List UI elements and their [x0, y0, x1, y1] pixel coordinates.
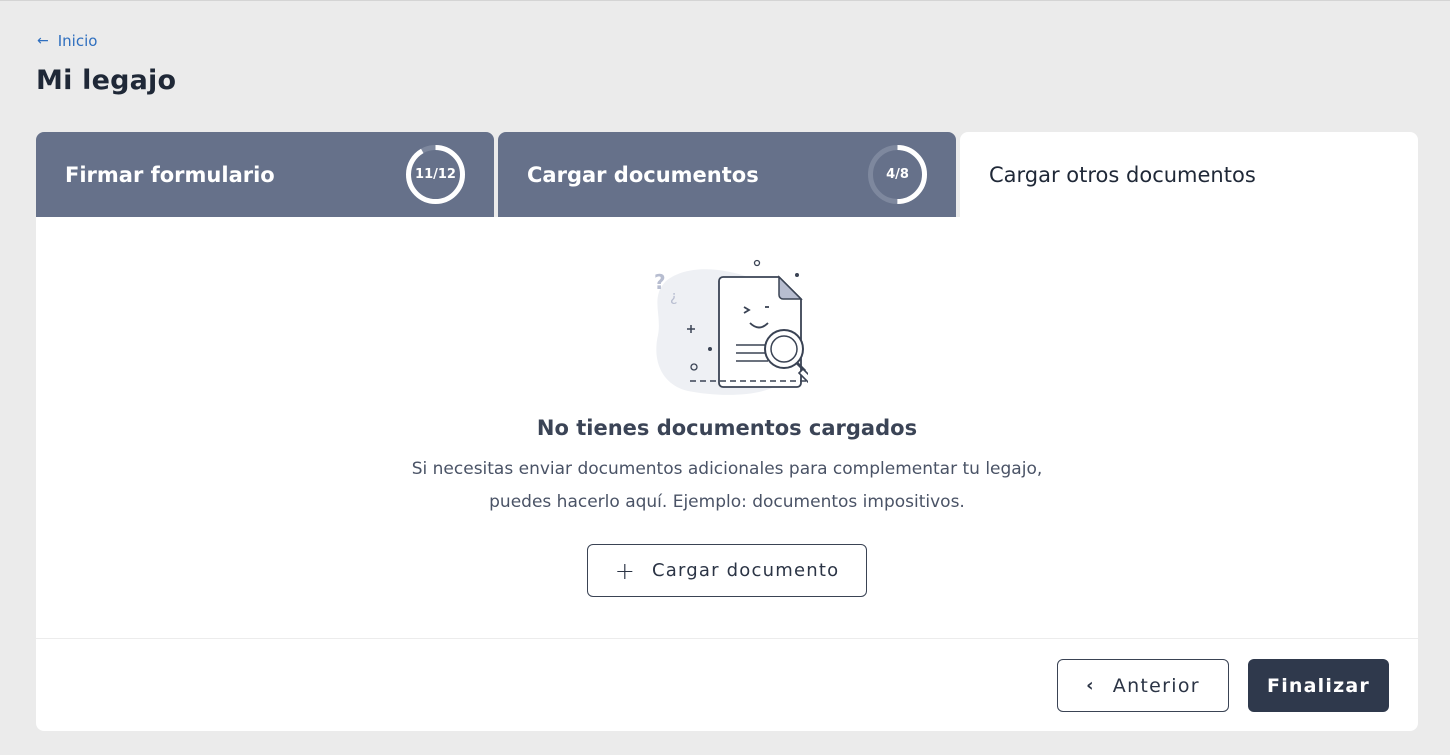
- description-line: Si necesitas enviar documentos adicional…: [411, 459, 1043, 479]
- chevron-left-icon: ‹: [1086, 675, 1095, 696]
- tab-label: Cargar documentos: [527, 162, 759, 187]
- back-link-label: Inicio: [57, 32, 98, 50]
- tab-label: Firmar formulario: [65, 162, 275, 187]
- tab-cargar-otros-documentos[interactable]: Cargar otros documentos: [960, 132, 1418, 217]
- svg-text:¿: ¿: [670, 289, 677, 305]
- tab-panel: ? ¿ No tienes documentos cargados Si nec…: [36, 217, 1418, 731]
- footer-divider: [36, 638, 1418, 639]
- plus-icon: +: [614, 556, 636, 585]
- empty-state-description: Si necesitas enviar documentos adicional…: [36, 453, 1418, 519]
- upload-document-label: Cargar documento: [652, 560, 840, 581]
- previous-button[interactable]: ‹ Anterior: [1057, 659, 1229, 712]
- finish-button[interactable]: Finalizar: [1248, 659, 1389, 712]
- tab-bar: Firmar formulario 11/12 Cargar documento…: [36, 132, 1418, 217]
- progress-text: 4/8: [886, 167, 909, 182]
- tab-cargar-documentos[interactable]: Cargar documentos 4/8: [498, 132, 956, 217]
- description-line: puedes hacerlo aquí. Ejemplo: documentos…: [489, 492, 965, 512]
- empty-state-title: No tienes documentos cargados: [536, 416, 918, 440]
- previous-label: Anterior: [1112, 674, 1200, 697]
- progress-text: 11/12: [415, 167, 456, 182]
- page-title: Mi legajo: [36, 65, 177, 96]
- svg-text:?: ?: [654, 270, 666, 294]
- document-search-illustration: ? ¿: [648, 257, 838, 407]
- upload-document-button[interactable]: + Cargar documento: [587, 544, 867, 597]
- back-link-inicio[interactable]: ← Inicio: [37, 32, 97, 50]
- arrow-left-icon: ←: [37, 33, 49, 49]
- progress-ring: 4/8: [867, 144, 928, 205]
- progress-ring: 11/12: [405, 144, 466, 205]
- tab-firmar-formulario[interactable]: Firmar formulario 11/12: [36, 132, 494, 217]
- tab-label: Cargar otros documentos: [989, 162, 1256, 187]
